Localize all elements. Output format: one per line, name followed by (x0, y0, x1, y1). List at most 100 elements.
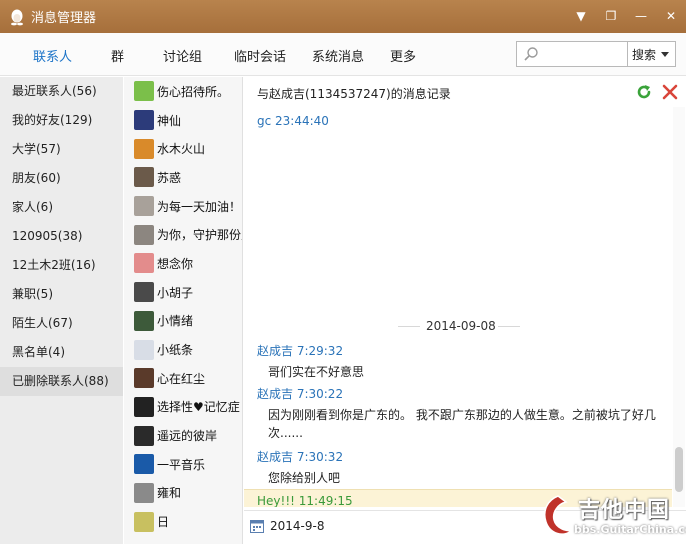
group-item[interactable]: 家人(6) (0, 193, 123, 222)
contact-item[interactable]: 遥远的彼岸 (124, 421, 242, 450)
contact-item[interactable]: 一平音乐 (124, 450, 242, 479)
contact-name: 雍和 (157, 486, 182, 501)
avatar (134, 253, 154, 274)
avatar (134, 425, 154, 446)
date-separator: 2014-09-08 (244, 319, 672, 333)
group-item[interactable]: 最近联系人(56) (0, 77, 123, 106)
avatar (134, 511, 154, 532)
contact-name: 神仙 (157, 113, 182, 128)
avatar (134, 482, 154, 503)
contact-name: 小胡子 (157, 285, 194, 300)
date-separator-text: 2014-09-08 (426, 319, 496, 333)
tab-contacts[interactable]: 联系人 (33, 46, 72, 65)
scroll-thumb[interactable] (675, 447, 683, 492)
group-item[interactable]: 我的好友(129) (0, 106, 123, 135)
group-item[interactable]: 兼职(5) (0, 280, 123, 309)
contact-name: 伤心招待所。 (157, 84, 230, 99)
watermark: 吉他中国 bbs.GuitarChina.com (538, 492, 686, 542)
contact-item[interactable]: 心在红尘 (124, 364, 242, 393)
contact-name: 水木火山 (157, 142, 206, 157)
avatar (134, 310, 154, 331)
contact-name: 为你，守护那份爱 (157, 228, 242, 243)
contact-name: 一平音乐 (157, 457, 206, 472)
contact-item[interactable]: 为你，守护那份爱 (124, 220, 242, 249)
group-item[interactable]: 12土木2班(16) (0, 251, 123, 280)
group-item[interactable]: 120905(38) (0, 222, 123, 251)
watermark-text: 吉他中国 (578, 498, 671, 523)
contact-name: 选择性♥记忆症 (157, 400, 240, 415)
contact-item[interactable]: 小情绪 (124, 307, 242, 336)
search-button-label: 搜索 (632, 47, 657, 62)
tab-groups[interactable]: 群 (111, 46, 124, 65)
scrollbar[interactable] (673, 107, 685, 507)
window-title: 消息管理器 (31, 11, 97, 26)
search-input[interactable] (541, 44, 625, 64)
group-item-deleted-contacts[interactable]: 已删除联系人(88) (0, 367, 123, 396)
contact-item[interactable]: 想念你 (124, 249, 242, 278)
contact-item[interactable]: 小纸条 (124, 335, 242, 364)
refresh-icon[interactable] (635, 83, 653, 101)
minimize-icon[interactable]: — (632, 7, 650, 25)
message-sender: 赵成吉 7:30:22 (257, 387, 344, 401)
guitar-logo-icon (544, 495, 573, 535)
message-sender: 赵成吉 7:30:32 (257, 450, 344, 464)
tab-system-messages[interactable]: 系统消息 (312, 46, 364, 65)
qq-penguin-icon (11, 9, 23, 25)
group-item[interactable]: 黑名单(4) (0, 338, 123, 367)
message-text: 您除给别人吧 (268, 471, 341, 485)
message-pane: 与赵成吉(1134537247)的消息记录 gc 23:44:40 2014-0… (244, 77, 686, 544)
tab-temp-sessions[interactable]: 临时会话 (234, 46, 286, 65)
delete-icon[interactable] (661, 83, 679, 101)
avatar (134, 110, 154, 131)
contact-item[interactable]: 雍和 (124, 479, 242, 508)
contact-name: 小情绪 (157, 314, 194, 329)
search-icon (524, 47, 538, 61)
tab-discussions[interactable]: 讨论组 (163, 46, 202, 65)
message-text: 哥们实在不好意思 (268, 365, 365, 379)
contact-item[interactable]: 伤心招待所。 (124, 77, 242, 106)
message-area: gc 23:44:40 2014-09-08 赵成吉 7:29:32 哥们实在不… (244, 107, 672, 507)
avatar (134, 224, 154, 245)
conversation-header: 与赵成吉(1134537247)的消息记录 (257, 87, 451, 101)
tab-bar: 联系人 群 讨论组 临时会话 系统消息 更多 搜索 (0, 33, 686, 76)
avatar (134, 396, 154, 417)
contact-item[interactable]: 小胡子 (124, 278, 242, 307)
contact-name: 日 (157, 515, 170, 530)
contact-name: 遥远的彼岸 (157, 429, 218, 444)
contact-item[interactable]: 神仙 (124, 106, 242, 135)
contact-item[interactable]: 选择性♥记忆症 (124, 393, 242, 422)
search-box: 搜索 (516, 41, 676, 67)
contact-item[interactable]: 日 (124, 507, 242, 536)
group-item[interactable]: 陌生人(67) (0, 309, 123, 338)
message-sender: 赵成吉 7:29:32 (257, 344, 344, 358)
close-icon[interactable]: ✕ (662, 7, 680, 25)
calendar-icon[interactable] (249, 518, 265, 534)
menu-dropdown-icon[interactable]: ▼ (572, 7, 590, 25)
chevron-down-icon (661, 51, 670, 57)
avatar (134, 81, 154, 102)
contact-name: 想念你 (157, 256, 194, 271)
avatar (134, 368, 154, 389)
watermark-url: bbs.GuitarChina.com (574, 523, 686, 536)
group-item[interactable]: 大学(57) (0, 135, 123, 164)
contact-name: 心在红尘 (157, 371, 206, 386)
contact-item[interactable]: 苏惑 (124, 163, 242, 192)
search-type-dropdown[interactable]: 搜索 (628, 42, 675, 66)
window-controls: ▼ ❐ — ✕ (572, 7, 680, 25)
group-list: 最近联系人(56) 我的好友(129) 大学(57) 朋友(60) 家人(6) … (0, 77, 123, 544)
restore-icon[interactable]: ❐ (602, 7, 620, 25)
avatar (134, 167, 154, 188)
avatar (134, 196, 154, 217)
contact-item[interactable]: 水木火山 (124, 134, 242, 163)
avatar (134, 138, 154, 159)
contact-item[interactable]: 为每一天加油！ (124, 192, 242, 221)
message-sender: gc 23:44:40 (257, 114, 329, 128)
footer-date: 2014-9-8 (270, 519, 325, 533)
contact-list: 伤心招待所。 神仙 水木火山 苏惑 为每一天加油！ 为你，守护那份爱 想念你 小… (124, 77, 243, 544)
avatar (134, 454, 154, 475)
avatar (134, 339, 154, 360)
message-text: 因为刚刚看到你是广东的。 我不跟广东那边的人做生意。之前被坑了好几次...... (268, 408, 656, 440)
avatar (134, 282, 154, 303)
tab-more[interactable]: 更多 (390, 46, 416, 65)
group-item[interactable]: 朋友(60) (0, 164, 123, 193)
